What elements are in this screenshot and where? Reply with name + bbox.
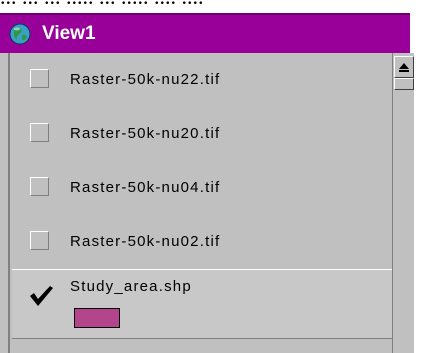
theme-list: Raster-50k-nu22.tif Raster-50k-nu20.tif … xyxy=(8,53,392,353)
theme-row-raster-nu20[interactable]: Raster-50k-nu20.tif xyxy=(12,107,392,161)
title-bar[interactable]: View1 xyxy=(0,13,410,55)
view-window: ... ... ... ..... ... ..... .... .... Vi… xyxy=(0,0,422,353)
window-title: View1 xyxy=(42,23,96,44)
theme-row-raster-nu02[interactable]: Raster-50k-nu02.tif xyxy=(12,215,392,269)
arrow-up-icon xyxy=(399,63,409,72)
theme-label: Raster-50k-nu20.tif xyxy=(70,125,221,142)
theme-row-raster-nu22[interactable]: Raster-50k-nu22.tif xyxy=(12,53,392,107)
theme-label: Raster-50k-nu02.tif xyxy=(70,233,221,250)
theme-row-study-area[interactable]: Study_area.shp xyxy=(12,269,392,339)
theme-label: Raster-50k-nu04.tif xyxy=(70,179,221,196)
scroll-up-button[interactable] xyxy=(394,56,414,78)
theme-visibility-checkbox[interactable] xyxy=(30,177,49,196)
scroll-thumb[interactable] xyxy=(394,78,414,90)
theme-row-raster-nu04[interactable]: Raster-50k-nu04.tif xyxy=(12,161,392,215)
cropped-caption: ... ... ... ..... ... ..... .... .... xyxy=(0,0,422,12)
table-of-contents: Raster-50k-nu22.tif Raster-50k-nu20.tif … xyxy=(0,53,422,353)
legend-swatch xyxy=(74,308,120,328)
globe-icon xyxy=(9,23,31,45)
theme-visibility-checkbox[interactable] xyxy=(30,69,49,88)
checkmark-icon[interactable] xyxy=(28,284,54,308)
window-edge xyxy=(414,13,422,353)
theme-label: Raster-50k-nu22.tif xyxy=(70,71,221,88)
theme-visibility-checkbox[interactable] xyxy=(30,231,49,250)
theme-visibility-checkbox[interactable] xyxy=(30,123,49,142)
vertical-scrollbar[interactable] xyxy=(392,53,415,353)
theme-label: Study_area.shp xyxy=(70,278,192,295)
